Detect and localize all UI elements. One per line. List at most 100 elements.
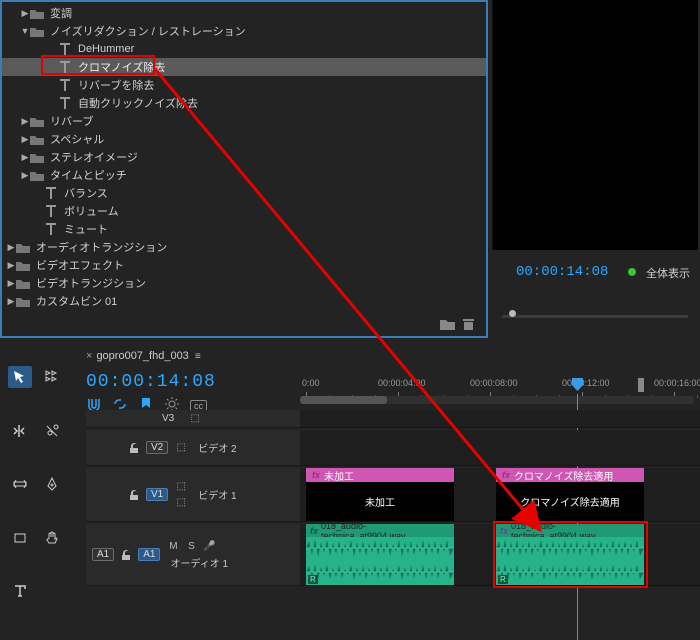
type-tool[interactable] — [8, 580, 32, 602]
tree-label: DeHummer — [78, 43, 134, 55]
tree-folder-audio-transition[interactable]: ▶オーディオトランジション — [2, 238, 486, 256]
clip-body-label: 未加工 — [306, 482, 454, 521]
ripple-edit-tool[interactable] — [8, 420, 32, 442]
folder-icon — [30, 116, 44, 127]
rectangle-tool[interactable] — [8, 527, 32, 549]
out-point-icon[interactable] — [638, 378, 646, 392]
tree-preset-volume[interactable]: ▶ボリューム — [2, 202, 486, 220]
zoom-thumb[interactable] — [300, 396, 387, 404]
ruler-label: 00:00:08:00 — [470, 378, 518, 388]
slip-tool[interactable] — [8, 473, 32, 495]
audio-clip-applied[interactable]: fx018_audio-technica_at9904.wav R — [496, 524, 644, 585]
track-tag[interactable]: A1 — [138, 548, 160, 561]
clip-header-label: クロマノイズ除去適用 — [514, 468, 613, 483]
audio-clip-raw[interactable]: fx018_audio-technica_at9904.wav R — [306, 524, 454, 585]
clip-header-label: 未加工 — [324, 468, 354, 483]
lock-icon[interactable] — [120, 549, 132, 561]
effects-tree: ▶変調 ▼ノイズリダクション / レストレーション ▶DeHummer ▶クロマ… — [2, 2, 486, 312]
tree-folder-video-fx[interactable]: ▶ビデオエフェクト — [2, 256, 486, 274]
tree-folder-henchou[interactable]: ▶変調 — [2, 4, 486, 22]
folder-icon — [30, 26, 44, 37]
track-output-toggle[interactable]: ⬚ — [174, 480, 188, 494]
tree-preset-mute[interactable]: ▶ミュート — [2, 220, 486, 238]
track-output-toggle[interactable]: ⬚ — [174, 496, 188, 510]
preset-icon — [44, 205, 58, 217]
new-bin-icon[interactable] — [440, 317, 455, 330]
tree-folder-video-transition[interactable]: ▶ビデオトランジション — [2, 274, 486, 292]
video-clip-applied[interactable]: fxクロマノイズ除去適用 クロマノイズ除去適用 — [496, 468, 644, 521]
ruler-label: 00:00:04:00 — [378, 378, 426, 388]
track-name: ビデオ 2 — [198, 440, 236, 455]
playhead-icon[interactable] — [572, 378, 583, 392]
timeline-timecode[interactable]: 00:00:14:08 — [86, 372, 216, 392]
track-header-v1[interactable]: V1 ⬚ ⬚ ビデオ 1 — [86, 468, 300, 522]
tree-folder-reverb[interactable]: ▶リバーブ — [2, 112, 486, 130]
sequence-name: gopro007_fhd_003 — [96, 350, 188, 362]
program-scrub-bar[interactable] — [502, 312, 688, 322]
track-name: オーディオ 1 — [170, 555, 228, 570]
tree-preset-dehummer[interactable]: ▶DeHummer — [2, 40, 486, 58]
track-output-toggle[interactable]: ⬚ — [174, 441, 188, 455]
scrub-handle-icon[interactable] — [509, 310, 516, 317]
preset-icon — [58, 97, 72, 109]
program-timecode[interactable]: 00:00:14:08 — [516, 264, 608, 280]
track-body-v1[interactable]: fx 未加工 未加工 fxクロマノイズ除去適用 クロマノイズ除去適用 — [300, 468, 700, 522]
tree-folder-custom-bin[interactable]: ▶カスタムビン 01 — [2, 292, 486, 310]
ruler-label: 00:00:16:00 — [654, 378, 700, 388]
track-header-a1[interactable]: A1 A1 M S 🎤 オーディオ 1 — [86, 524, 300, 586]
track-header-v3[interactable]: V3 ⬚ — [86, 410, 300, 428]
waveform — [306, 537, 454, 560]
delete-icon[interactable] — [461, 317, 476, 330]
source-track-tag[interactable]: A1 — [92, 548, 114, 561]
preset-icon — [58, 61, 72, 73]
timeline-zoom-bar[interactable] — [300, 396, 694, 404]
tree-folder-stereo-image[interactable]: ▶ステレオイメージ — [2, 148, 486, 166]
pen-tool[interactable] — [40, 473, 64, 495]
effects-footer — [440, 317, 476, 330]
selection-tool[interactable] — [8, 366, 32, 388]
tab-menu-icon[interactable]: ≡ — [195, 351, 201, 362]
ruler-label: 0:00 — [302, 378, 320, 388]
mute-toggle[interactable]: M — [166, 539, 180, 553]
track-body-v2[interactable] — [300, 430, 700, 466]
tree-preset-chroma-noise[interactable]: ▶クロマノイズ除去 — [2, 58, 486, 76]
ruler-label: 00:00:12:00 — [562, 378, 610, 388]
tree-preset-auto-click[interactable]: ▶自動クリックノイズ除去 — [2, 94, 486, 112]
track-body-v3[interactable] — [300, 410, 700, 428]
solo-toggle[interactable]: S — [184, 539, 198, 553]
close-tab-icon[interactable]: × — [86, 350, 92, 362]
hand-tool[interactable] — [40, 527, 64, 549]
track-tag[interactable]: V1 — [146, 488, 168, 501]
tree-folder-time-pitch[interactable]: ▶タイムとピッチ — [2, 166, 486, 184]
tree-preset-reverb-remove[interactable]: ▶リバーブを除去 — [2, 76, 486, 94]
sequence-tab[interactable]: × gopro007_fhd_003 ≡ — [86, 350, 201, 362]
tree-folder-noise-reduction[interactable]: ▼ノイズリダクション / レストレーション — [2, 22, 486, 40]
folder-icon — [30, 134, 44, 145]
display-mode-dropdown[interactable]: 全体表示 — [646, 265, 690, 281]
voice-over-icon[interactable]: 🎤 — [202, 539, 216, 553]
tree-preset-balance[interactable]: ▶バランス — [2, 184, 486, 202]
fx-badge: fx — [500, 526, 508, 536]
track-body-a1[interactable]: fx018_audio-technica_at9904.wav R fx018_… — [300, 524, 700, 586]
timeline-tracks: V3 ⬚ V2 ⬚ ビデオ 2 V1 ⬚ ⬚ ビデオ 1 fx 未加工 未加工 f… — [86, 410, 700, 640]
razor-tool[interactable] — [40, 420, 64, 442]
track-tag[interactable]: V2 — [146, 441, 168, 454]
folder-icon — [16, 296, 30, 307]
tree-folder-special[interactable]: ▶スペシャル — [2, 130, 486, 148]
lock-icon[interactable] — [128, 489, 140, 501]
tree-label: タイムとピッチ — [50, 167, 127, 183]
track-header-v2[interactable]: V2 ⬚ ビデオ 2 — [86, 430, 300, 466]
track-output-toggle[interactable]: ⬚ — [188, 412, 202, 426]
lock-icon[interactable] — [128, 442, 140, 454]
preset-icon — [44, 223, 58, 235]
program-monitor — [492, 0, 698, 250]
track-select-tool[interactable] — [40, 366, 64, 388]
tools-panel — [0, 356, 72, 636]
clip-body-label: クロマノイズ除去適用 — [496, 482, 644, 521]
tree-label: ビデオエフェクト — [36, 257, 124, 273]
program-monitor-footer: 00:00:14:08 全体表示 — [492, 256, 698, 326]
video-clip-raw[interactable]: fx 未加工 未加工 — [306, 468, 454, 521]
record-indicator-icon — [628, 268, 636, 276]
preset-icon — [44, 187, 58, 199]
fx-badge: fx — [312, 470, 320, 480]
